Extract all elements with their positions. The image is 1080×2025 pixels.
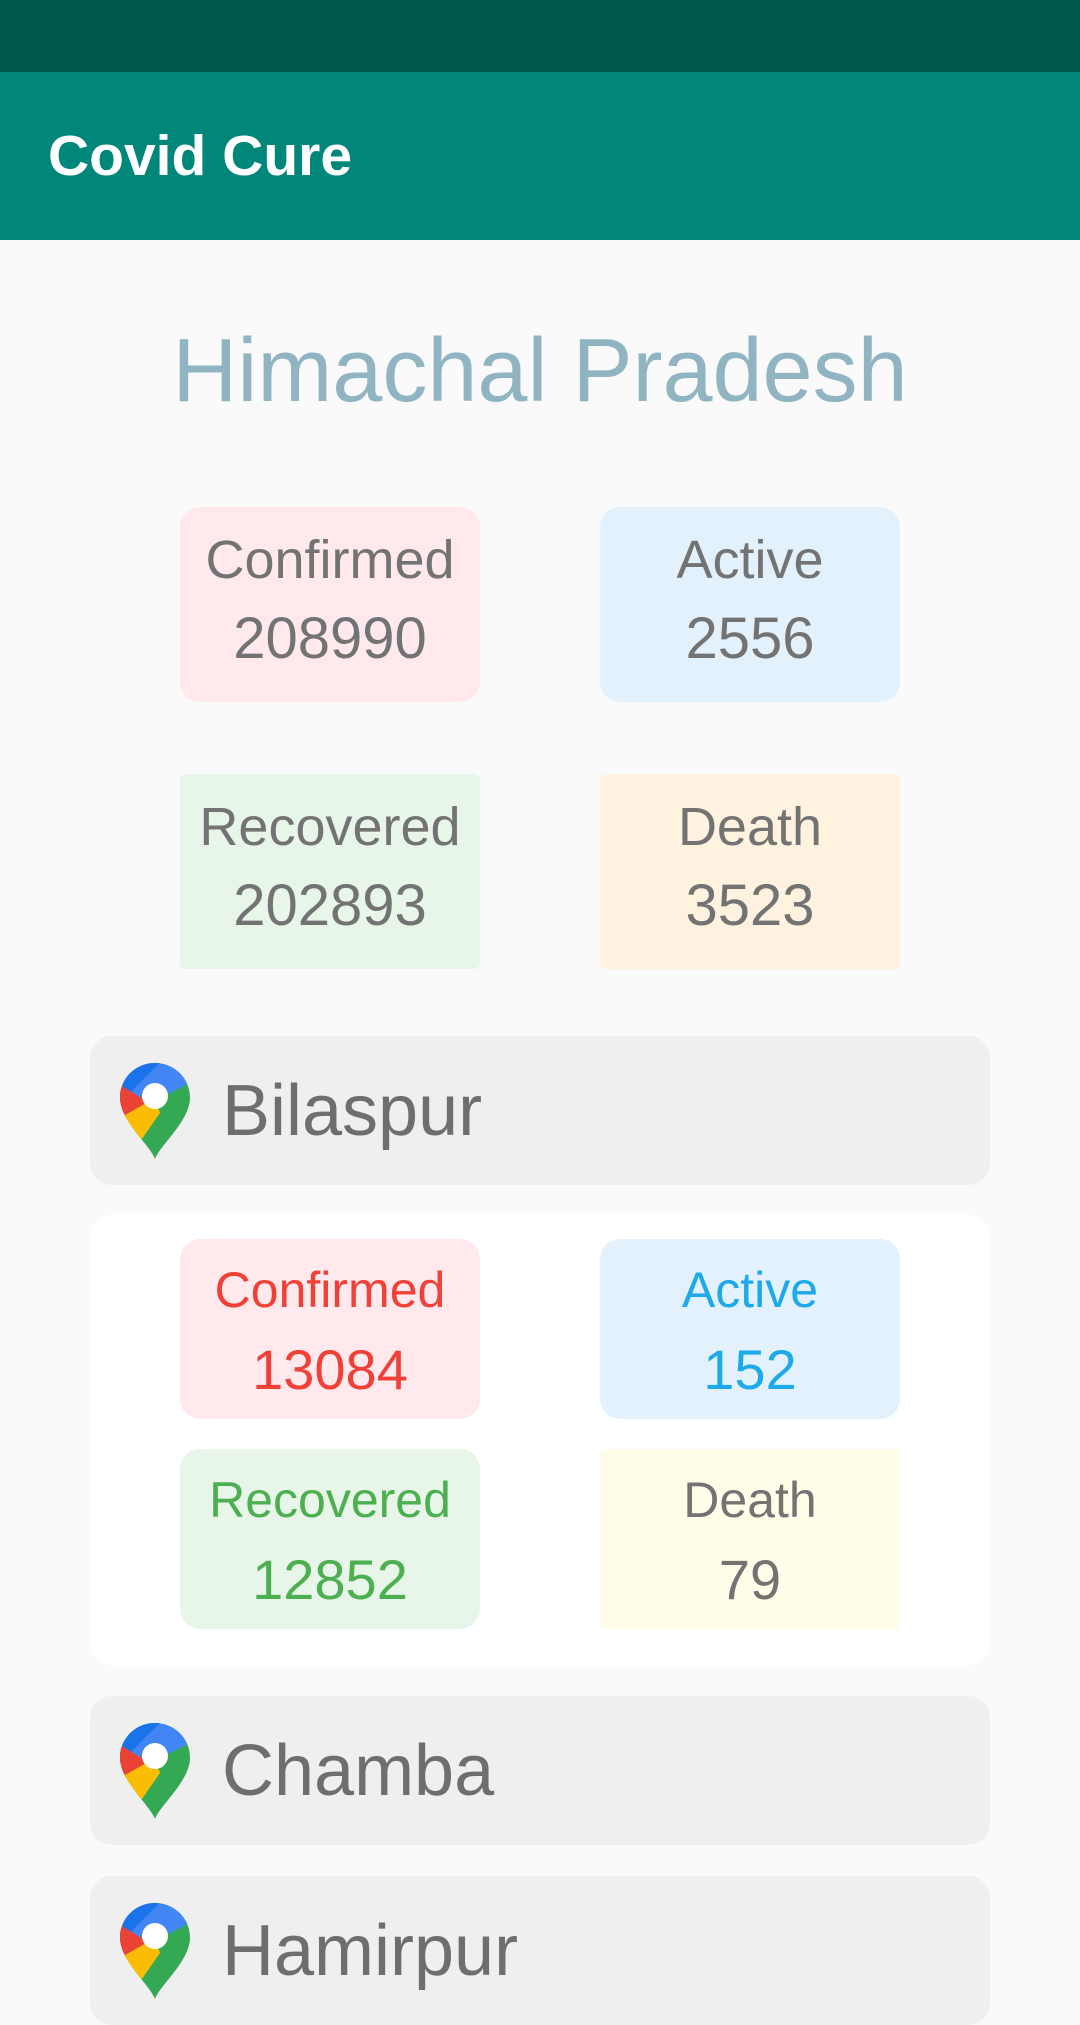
district-active-card: Active 152 <box>600 1239 900 1419</box>
district-confirmed-label: Confirmed <box>214 1262 446 1318</box>
state-active-label: Active <box>676 530 824 590</box>
state-active-value: 2556 <box>685 606 815 671</box>
district-recovered-card: Recovered 12852 <box>180 1449 480 1629</box>
district-recovered-label: Recovered <box>209 1472 451 1528</box>
district-death-value: 79 <box>718 1548 782 1611</box>
state-recovered-card: Recovered 202893 <box>180 774 480 969</box>
district-confirmed-value: 13084 <box>252 1338 408 1401</box>
state-recovered-label: Recovered <box>199 797 461 857</box>
district-name: Bilaspur <box>222 1070 483 1151</box>
state-recovered-value: 202893 <box>233 873 427 938</box>
state-death-value: 3523 <box>685 873 815 938</box>
district-death-card: Death 79 <box>600 1449 900 1629</box>
state-death-label: Death <box>677 797 823 857</box>
district-recovered-value: 12852 <box>252 1548 408 1611</box>
state-confirmed-label: Confirmed <box>205 530 455 590</box>
district-active-label: Active <box>681 1262 819 1318</box>
district-name: Chamba <box>222 1730 495 1811</box>
state-death-card: Death 3523 <box>600 774 900 969</box>
district-header-bilaspur[interactable]: Bilaspur <box>90 1036 990 1185</box>
district-confirmed-card: Confirmed 13084 <box>180 1239 480 1419</box>
district-stats-card: Confirmed 13084 Active 152 Recovered 128… <box>90 1215 990 1665</box>
map-pin-icon <box>120 1063 190 1159</box>
state-confirmed-card: Confirmed 208990 <box>180 507 480 702</box>
district-active-value: 152 <box>703 1338 797 1401</box>
district-death-label: Death <box>683 1472 817 1528</box>
state-active-card: Active 2556 <box>600 507 900 702</box>
district-name: Hamirpur <box>222 1910 519 1991</box>
district-header-chamba[interactable]: Chamba <box>90 1696 990 1845</box>
map-pin-icon <box>120 1903 190 1999</box>
state-title: Himachal Pradesh <box>172 321 908 421</box>
status-bar <box>0 0 1080 72</box>
state-confirmed-value: 208990 <box>233 606 427 671</box>
app-title: Covid Cure <box>48 124 353 188</box>
district-header-hamirpur[interactable]: Hamirpur <box>90 1876 990 2025</box>
map-pin-icon <box>120 1723 190 1819</box>
app-bar: Covid Cure <box>0 72 1080 240</box>
